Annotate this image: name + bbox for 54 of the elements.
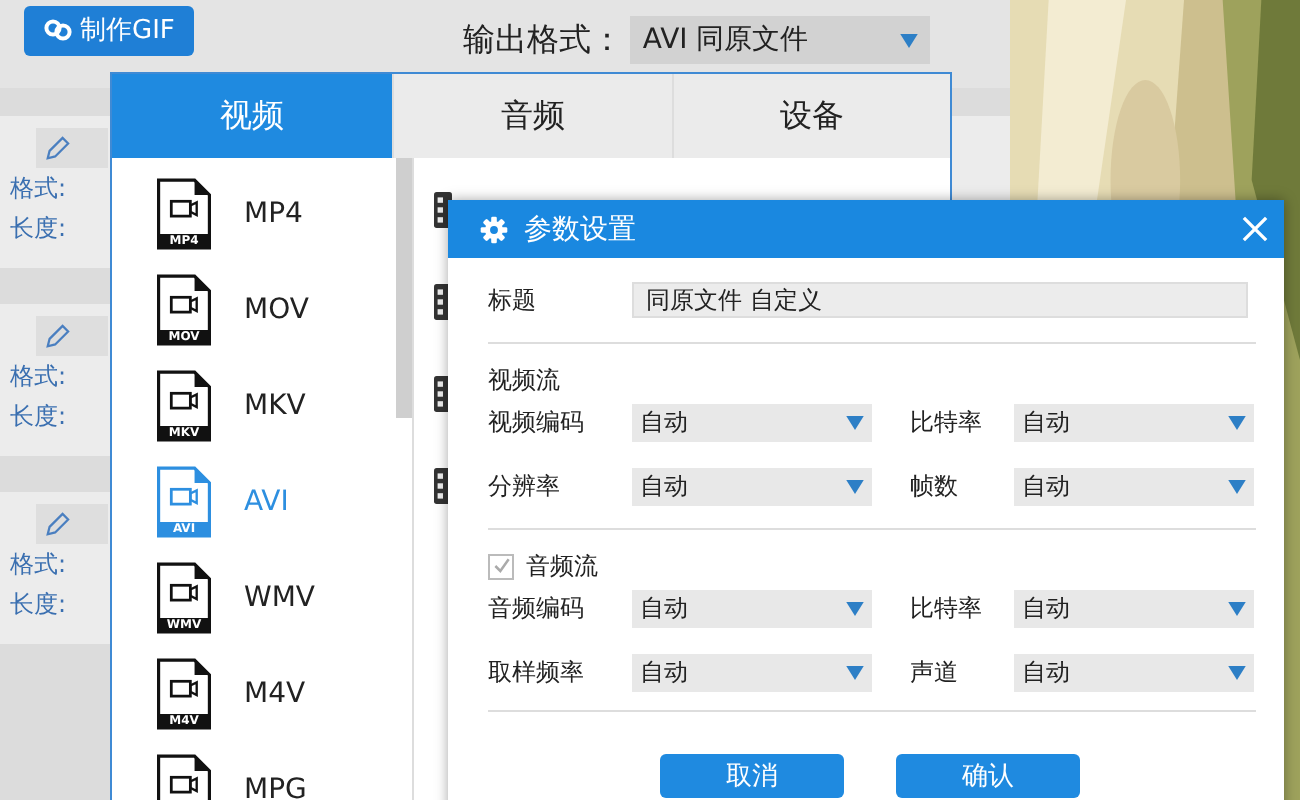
make-gif-button[interactable]: 制作GIF [24, 5, 195, 55]
pencil-icon [44, 135, 70, 161]
dropdown[interactable]: 自动 [632, 403, 872, 441]
tab[interactable]: 设备 [672, 74, 950, 158]
title-field[interactable]: 同原文件 自定义 [632, 282, 1248, 318]
caret-icon [1228, 415, 1246, 429]
dropdown[interactable]: 自动 [632, 653, 872, 691]
field-label: 帧数 [910, 469, 960, 503]
edit-button[interactable] [36, 316, 108, 356]
length-label: 长度: [10, 400, 69, 434]
output-format-select[interactable]: AVI 同原文件 [630, 16, 931, 64]
caret-icon [900, 33, 919, 47]
format-label: 格式: [10, 172, 69, 206]
caret-icon [1228, 665, 1246, 679]
field-label: 视频编码 [488, 405, 586, 439]
field-label: 比特率 [910, 591, 984, 625]
caret-icon [1228, 479, 1246, 493]
title-label: 标题 [488, 283, 538, 317]
dialog-button[interactable]: 确认 [896, 754, 1080, 798]
section-heading: 视频流 [488, 363, 560, 397]
dropdown[interactable]: 自动 [1014, 403, 1254, 441]
close-icon[interactable] [1242, 216, 1268, 242]
dropdown[interactable]: 自动 [1014, 653, 1254, 691]
edit-button[interactable] [36, 504, 108, 544]
tab[interactable]: 视频 [112, 74, 392, 158]
caret-icon [846, 601, 864, 615]
dropdown[interactable]: 自动 [632, 467, 872, 505]
dropdown[interactable]: 自动 [632, 589, 872, 627]
field-label: 取样频率 [488, 655, 586, 689]
link-icon [44, 18, 72, 42]
caret-icon [846, 665, 864, 679]
pencil-icon [44, 323, 70, 349]
caret-icon [1228, 601, 1246, 615]
settings-icon [480, 215, 508, 243]
checkbox[interactable] [488, 553, 514, 579]
field-label: 音频编码 [488, 591, 586, 625]
dialog-button[interactable]: 取消 [660, 754, 844, 798]
format-label: 格式: [10, 360, 69, 394]
length-label: 长度: [10, 588, 69, 622]
format-label: 格式: [10, 548, 69, 582]
section-heading: 音频流 [526, 549, 598, 583]
length-label: 长度: [10, 212, 69, 246]
dropdown[interactable]: 自动 [1014, 589, 1254, 627]
field-label: 分辨率 [488, 469, 562, 503]
dialog-title: 参数设置 [524, 211, 636, 247]
scrollbar[interactable] [396, 158, 412, 418]
field-label: 声道 [910, 655, 960, 689]
format-item[interactable]: MPG [112, 742, 396, 800]
output-format-label: 输出格式： [462, 19, 623, 61]
caret-icon [846, 415, 864, 429]
field-label: 比特率 [910, 405, 984, 439]
pencil-icon [44, 511, 70, 537]
edit-button[interactable] [36, 128, 108, 168]
dropdown[interactable]: 自动 [1014, 467, 1254, 505]
